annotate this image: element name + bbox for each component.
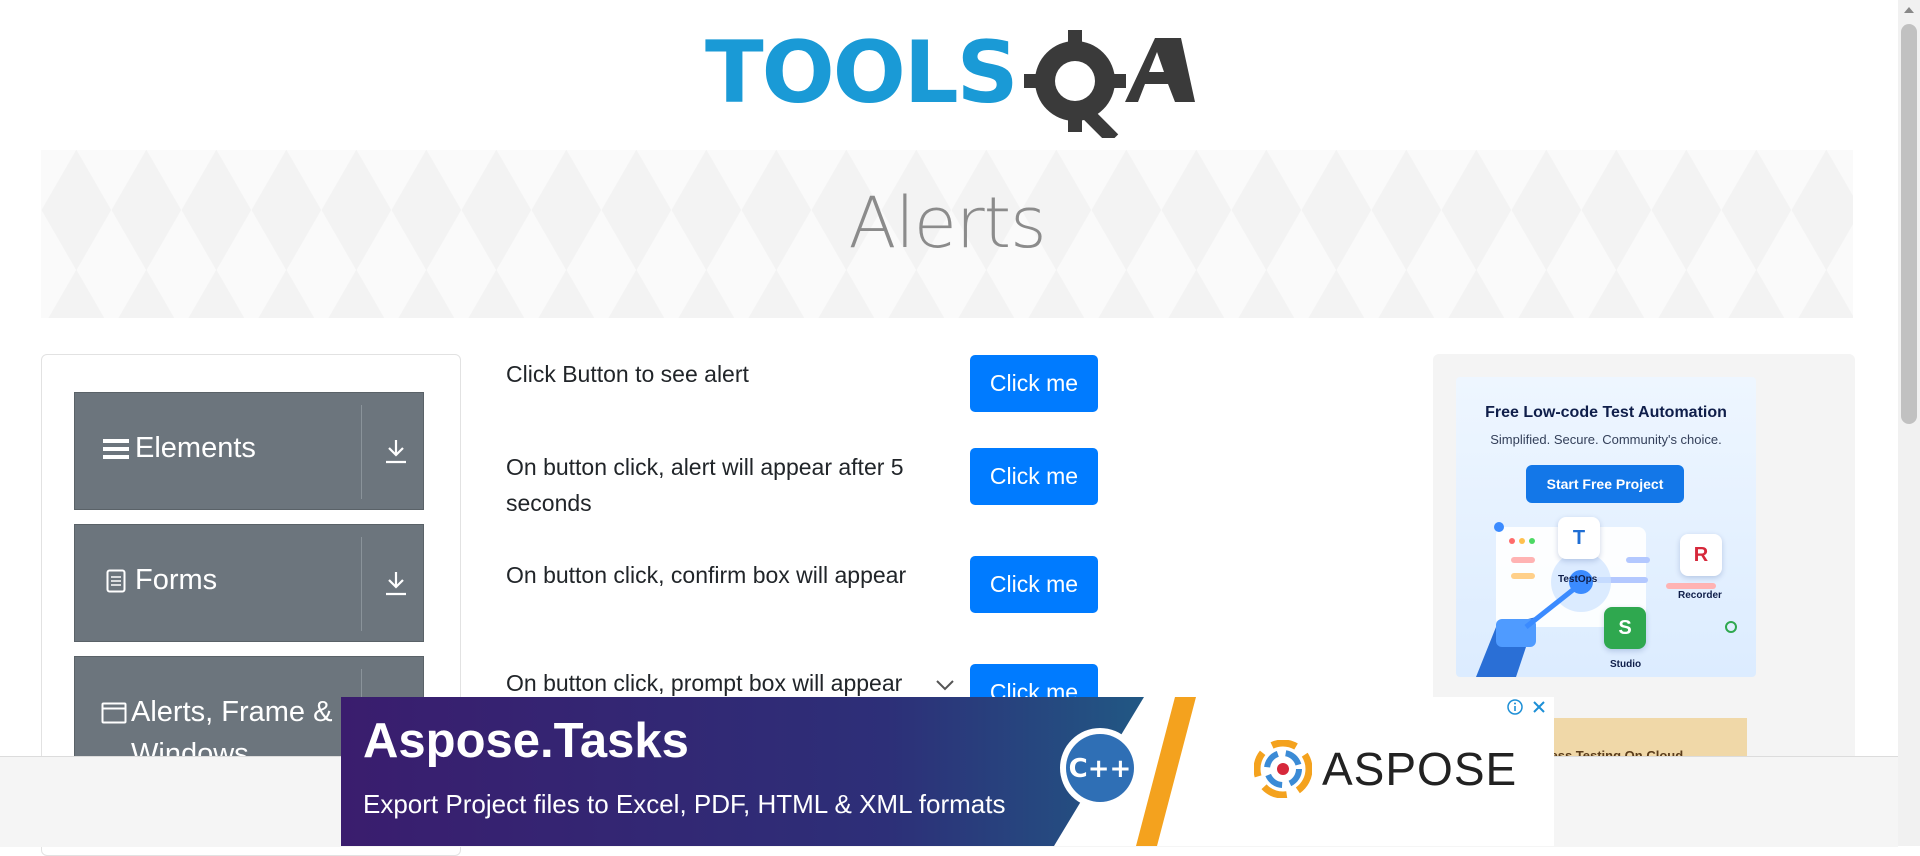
confirm-row-text: On button click, confirm box will appear [506, 562, 907, 588]
sidebar-group-elements[interactable]: Elements [74, 392, 424, 510]
app-label: TestOps [1558, 574, 1598, 585]
ad-headline: Aspose.Tasks [363, 714, 689, 768]
scrollbar-thumb[interactable] [1901, 24, 1917, 424]
prompt-row-text: On button click, prompt box will appear [506, 670, 903, 696]
ad-info-icon[interactable] [1505, 697, 1525, 717]
bottom-banner-ad[interactable]: Aspose.Tasks Export Project files to Exc… [341, 697, 1554, 846]
toolsqa-logo[interactable]: TOOLS [705, 20, 1195, 138]
alert-button[interactable]: Click me [970, 355, 1098, 412]
window-icon [101, 695, 127, 731]
ad-subtitle: Simplified. Secure. Community's choice. [1490, 432, 1722, 447]
logo-gear-icon [1024, 30, 1126, 138]
aspose-logo-icon [1254, 740, 1312, 798]
site-header: TOOLS [0, 0, 1898, 150]
divider [361, 405, 362, 499]
logo-tools-text: TOOLS [705, 23, 1017, 123]
close-icon[interactable] [1529, 697, 1549, 717]
sidebar-group-forms[interactable]: Forms [74, 524, 424, 642]
download-icon[interactable] [371, 555, 421, 611]
page-banner: Alerts [41, 150, 1853, 318]
cpp-label: C++ [1069, 754, 1132, 784]
page-title: Alerts [848, 182, 1046, 264]
cpp-logo-icon: C++ [1060, 728, 1140, 808]
download-icon[interactable] [371, 423, 421, 479]
brand-name: ASPOSE [1322, 743, 1518, 795]
start-free-project-button[interactable]: Start Free Project [1526, 465, 1684, 503]
aspose-brand: ASPOSE [1254, 740, 1517, 798]
timer-alert-button[interactable]: Click me [970, 448, 1098, 505]
sidebar-group-label: Elements [135, 432, 256, 464]
confirm-button[interactable]: Click me [970, 556, 1098, 613]
testops-app-icon: T [1558, 517, 1600, 559]
divider [361, 537, 362, 631]
form-icon [101, 563, 131, 599]
hamburger-icon [101, 431, 131, 467]
timer-alert-row-text: On button click, alert will appear after… [506, 454, 904, 516]
app-label: Recorder [1678, 590, 1722, 601]
sidebar-group-label: Forms [135, 564, 218, 596]
app-label: Studio [1610, 659, 1642, 670]
katalon-ad[interactable]: Free Low-code Test Automation Simplified… [1456, 377, 1756, 677]
studio-app-icon: S [1604, 607, 1646, 649]
alert-row-text: Click Button to see alert [506, 361, 749, 387]
ad-controls [1505, 697, 1553, 719]
ad-subtitle: Export Project files to Excel, PDF, HTML… [363, 789, 1006, 819]
recorder-app-icon: R [1680, 534, 1722, 576]
chevron-down-icon[interactable] [934, 674, 956, 696]
ad-title: Free Low-code Test Automation [1485, 404, 1727, 421]
scroll-up-icon[interactable] [1898, 0, 1920, 20]
